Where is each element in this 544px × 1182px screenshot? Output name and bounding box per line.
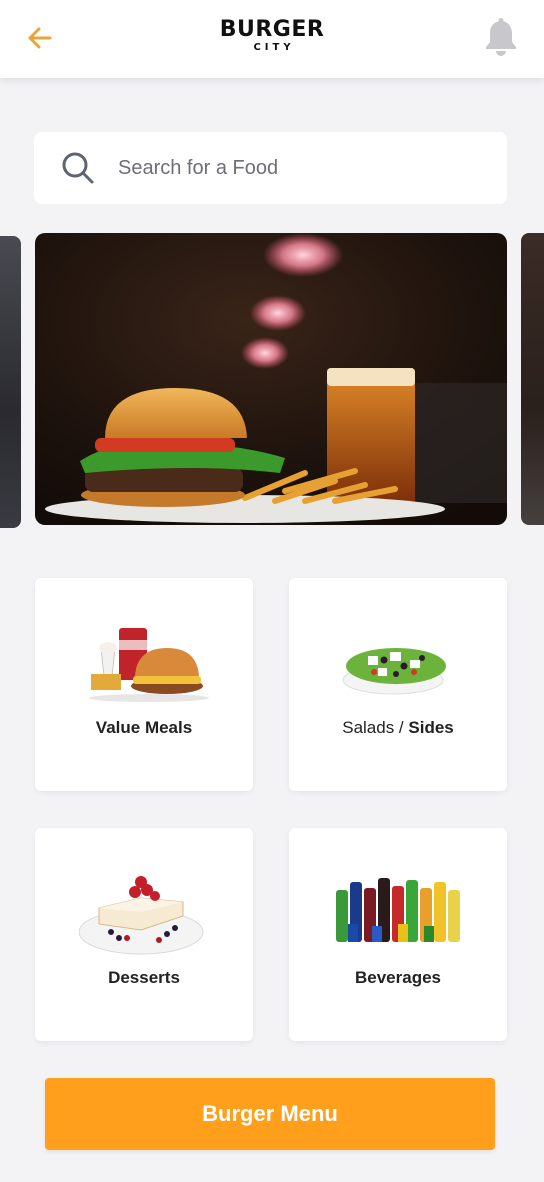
brand-logo: BURGER CITY	[0, 18, 544, 54]
category-label-text: Beverages	[354, 968, 441, 987]
logo-main-text: BURGER	[219, 17, 325, 42]
category-card-desserts[interactable]: Desserts	[35, 828, 253, 1041]
category-label: Value Meals	[35, 718, 253, 738]
search-bar[interactable]	[34, 132, 507, 204]
notifications-button[interactable]	[484, 18, 518, 56]
burger-menu-button[interactable]: Burger Menu	[45, 1078, 495, 1150]
salads-image	[289, 618, 507, 708]
category-card-value-meals[interactable]: Value Meals	[35, 578, 253, 791]
category-label-text: Value Meals	[95, 718, 193, 737]
category-label-emphasis: Sides	[408, 718, 454, 737]
category-label-text: Salads /	[342, 718, 409, 737]
app-header: BURGER CITY	[0, 0, 544, 78]
category-card-beverages[interactable]: Beverages	[289, 828, 507, 1041]
value-meals-image	[35, 618, 253, 708]
desserts-image	[35, 868, 253, 958]
logo-sub-text: CITY	[253, 42, 295, 53]
bell-icon	[486, 18, 516, 56]
beverages-image	[289, 868, 507, 958]
hero-banner-image[interactable]	[35, 233, 507, 525]
category-card-salads-sides[interactable]: Salads / Sides	[289, 578, 507, 791]
category-label: Desserts	[35, 968, 253, 988]
carousel-slide-previous[interactable]	[0, 236, 21, 528]
carousel-slide-next[interactable]	[521, 233, 544, 525]
category-label-text: Desserts	[108, 968, 180, 987]
search-input[interactable]	[118, 148, 488, 188]
search-icon	[62, 152, 94, 184]
category-label: Beverages	[289, 968, 507, 988]
category-label: Salads / Sides	[289, 718, 507, 738]
